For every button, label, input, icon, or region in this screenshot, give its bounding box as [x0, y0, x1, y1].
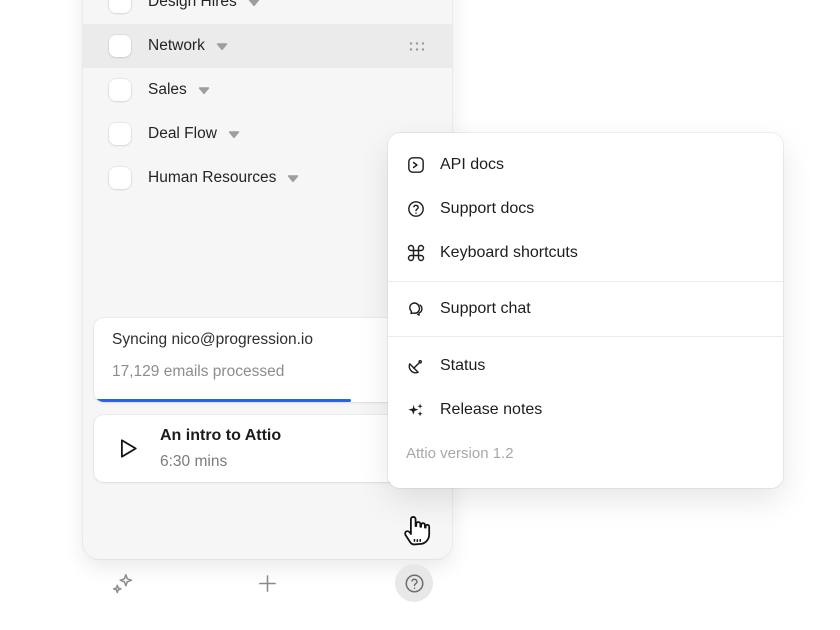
- list-icon-placeholder: [109, 0, 131, 13]
- list-icon-placeholder: [109, 123, 131, 145]
- chevron-down-icon[interactable]: [198, 85, 210, 95]
- menu-item-release-notes[interactable]: Release notes: [388, 388, 783, 432]
- hand-cursor: [401, 509, 434, 548]
- add-button[interactable]: [256, 572, 279, 595]
- sidebar-item-sales[interactable]: Sales: [83, 68, 452, 112]
- menu-item-label: Release notes: [440, 401, 542, 419]
- list-label: Design Hires: [148, 0, 237, 11]
- menu-item-label: Support chat: [440, 300, 531, 318]
- question-circle-icon: [403, 572, 426, 595]
- app-version-label: Attio version 1.2: [406, 444, 765, 464]
- help-menu-section-chat: Support chat: [388, 282, 783, 336]
- chat-bubbles-icon: [406, 299, 426, 319]
- help-menu-section-docs: API docs Support docs: [388, 133, 783, 281]
- intro-video-duration: 6:30 mins: [160, 451, 281, 472]
- help-menu: API docs Support docs: [388, 133, 783, 488]
- menu-item-api-docs[interactable]: API docs: [388, 143, 783, 187]
- sync-progress-fill: [94, 399, 351, 402]
- sparkles-icon: [406, 400, 426, 420]
- sync-status-title: Syncing nico@progression.io: [112, 330, 423, 350]
- sidebar-item-design-hires[interactable]: Design Hires: [83, 0, 452, 24]
- chevron-down-icon[interactable]: [216, 41, 228, 51]
- question-circle-icon: [406, 199, 426, 219]
- menu-item-keyboard-shortcuts[interactable]: Keyboard shortcuts: [388, 231, 783, 275]
- menu-item-label: Keyboard shortcuts: [440, 244, 578, 262]
- intro-card-text: An intro to Attio 6:30 mins: [160, 425, 281, 472]
- chevron-down-icon[interactable]: [248, 0, 260, 7]
- menu-item-support-chat[interactable]: Support chat: [388, 287, 783, 331]
- menu-item-status[interactable]: Status: [388, 344, 783, 388]
- app-stage: Design Hires Network: [0, 0, 840, 630]
- intro-video-title: An intro to Attio: [160, 425, 281, 446]
- sparkles-button[interactable]: [110, 571, 135, 596]
- menu-item-label: API docs: [440, 156, 504, 174]
- command-icon: [406, 243, 426, 263]
- chevron-down-icon[interactable]: [287, 173, 299, 183]
- list-icon-placeholder: [109, 35, 131, 57]
- menu-item-support-docs[interactable]: Support docs: [388, 187, 783, 231]
- help-button[interactable]: [395, 564, 433, 602]
- help-menu-section-meta: Status Release notes Attio version 1.2: [388, 337, 783, 464]
- chevron-down-icon[interactable]: [228, 129, 240, 139]
- play-icon: [114, 435, 141, 462]
- list-icon-placeholder: [109, 79, 131, 101]
- list-label: Deal Flow: [148, 125, 217, 143]
- sync-status-subtitle: 17,129 emails processed: [112, 362, 423, 382]
- list-label: Human Resources: [148, 169, 276, 187]
- satellite-dish-icon: [406, 356, 426, 376]
- list-label: Network: [148, 37, 205, 55]
- drag-handle-icon[interactable]: [408, 40, 426, 53]
- terminal-icon: [406, 155, 426, 175]
- list-label: Sales: [148, 81, 187, 99]
- menu-item-label: Support docs: [440, 200, 534, 218]
- list-icon-placeholder: [109, 167, 131, 189]
- menu-item-label: Status: [440, 357, 485, 375]
- sidebar-item-network[interactable]: Network: [83, 24, 452, 68]
